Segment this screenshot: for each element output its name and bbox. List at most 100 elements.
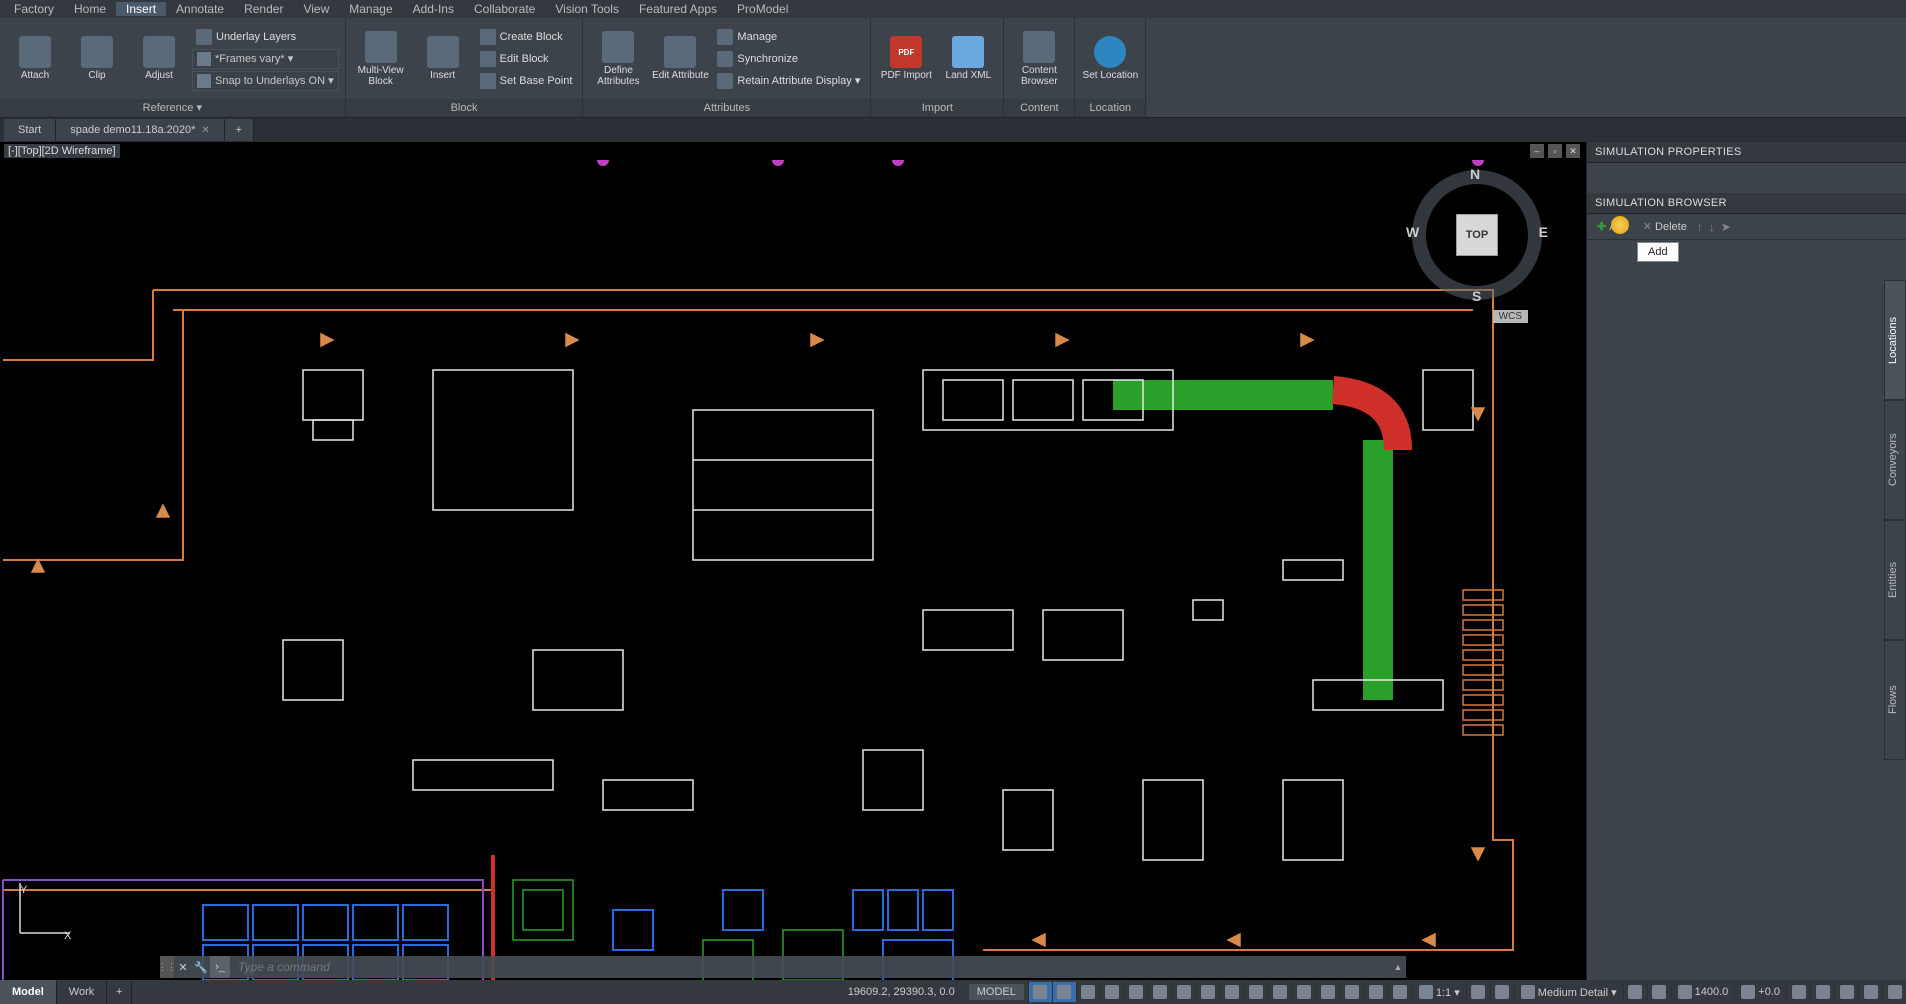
multiview-block-button[interactable]: Multi-View Block	[352, 23, 410, 95]
replace-z-toggle[interactable]	[1786, 982, 1810, 1002]
menu-annotate[interactable]: Annotate	[166, 2, 234, 16]
move-up-button[interactable]: ↑	[1697, 220, 1703, 234]
clean-screen-toggle[interactable]	[1858, 982, 1882, 1002]
viewport-close-button[interactable]: ✕	[1566, 144, 1580, 158]
cmdline-history-button[interactable]: ▲	[1390, 962, 1406, 972]
selection-cycling-toggle[interactable]	[1244, 982, 1268, 1002]
filetab-close-icon[interactable]: ✕	[201, 125, 209, 136]
set-location-button[interactable]: Set Location	[1081, 23, 1139, 95]
insert-block-button[interactable]: Insert	[414, 23, 472, 95]
annotation-monitor[interactable]	[1490, 982, 1514, 1002]
annoscale-toggle[interactable]	[1172, 982, 1196, 1002]
viewcube-north[interactable]: N	[1470, 166, 1480, 182]
viewport[interactable]: [-][Top][2D Wireframe] – ▫ ✕	[0, 142, 1586, 980]
menu-addins[interactable]: Add-Ins	[403, 2, 464, 16]
filetab-start[interactable]: Start	[4, 119, 56, 141]
clip-button[interactable]: Clip	[68, 23, 126, 95]
simulation-browser-title[interactable]: SIMULATION BROWSER	[1587, 193, 1906, 214]
viewport-minimize-button[interactable]: –	[1530, 144, 1544, 158]
drawing-canvas[interactable]	[0, 160, 1586, 980]
menu-manage[interactable]: Manage	[339, 2, 402, 16]
cut-plane-height[interactable]: 1400.0	[1671, 985, 1735, 999]
mvblock-label: Multi-View Block	[352, 65, 410, 87]
menu-insert[interactable]: Insert	[116, 2, 166, 16]
command-input[interactable]	[230, 960, 1390, 974]
delete-button[interactable]: ✕Delete	[1639, 218, 1691, 235]
space-mode[interactable]: MODEL	[969, 984, 1024, 1000]
cmdline-customize-icon[interactable]: 🔧	[192, 956, 210, 978]
workspace-switch[interactable]	[1466, 982, 1490, 1002]
menu-promodel[interactable]: ProModel	[727, 2, 798, 16]
move-down-button[interactable]: ↓	[1709, 220, 1715, 234]
snap-underlays-dropdown[interactable]: Snap to Underlays ON ▾	[192, 71, 339, 91]
menu-factory[interactable]: Factory	[4, 2, 64, 16]
edit-attribute-button[interactable]: Edit Attribute	[651, 23, 709, 95]
3dosnap-toggle[interactable]	[1268, 982, 1292, 1002]
define-attributes-button[interactable]: Define Attributes	[589, 23, 647, 95]
vtab-conveyors[interactable]: Conveyors	[1884, 400, 1906, 520]
polar-toggle[interactable]	[1100, 982, 1124, 1002]
go-button[interactable]: ➤	[1721, 220, 1731, 234]
viewcube-south[interactable]: S	[1472, 288, 1481, 304]
annotation-scale[interactable]: 1:1 ▾	[1412, 985, 1466, 999]
viewport-maximize-button[interactable]: ▫	[1548, 144, 1562, 158]
elevation-toggle[interactable]	[1647, 982, 1671, 1002]
viewcube-west[interactable]: W	[1406, 224, 1419, 240]
wcs-badge[interactable]: WCS	[1493, 310, 1528, 323]
ortho-toggle[interactable]	[1076, 982, 1100, 1002]
annotation-visibility-toggle[interactable]	[1364, 982, 1388, 1002]
menu-visiontools[interactable]: Vision Tools	[545, 2, 629, 16]
lwt-toggle[interactable]	[1196, 982, 1220, 1002]
layout-tab-new[interactable]: +	[107, 980, 132, 1004]
synchronize-button[interactable]: Synchronize	[713, 49, 864, 69]
create-block-button[interactable]: Create Block	[476, 27, 577, 47]
retain-attribute-display-button[interactable]: Retain Attribute Display ▾	[713, 71, 864, 91]
manage-attributes-button[interactable]: Manage	[713, 27, 864, 47]
osnap-toggle[interactable]	[1148, 982, 1172, 1002]
layout-tab-model[interactable]: Model	[0, 980, 57, 1004]
autoscale-toggle[interactable]	[1388, 982, 1412, 1002]
customize-statusbar[interactable]	[1882, 982, 1906, 1002]
set-basepoint-button[interactable]: Set Base Point	[476, 71, 577, 91]
selection-filter-toggle[interactable]	[1316, 982, 1340, 1002]
menu-view[interactable]: View	[293, 2, 339, 16]
viewcube-face[interactable]: TOP	[1456, 214, 1498, 256]
hardware-accel-toggle[interactable]	[1810, 982, 1834, 1002]
menu-render[interactable]: Render	[234, 2, 293, 16]
simulation-properties-title[interactable]: SIMULATION PROPERTIES	[1587, 142, 1906, 163]
transparency-toggle[interactable]	[1220, 982, 1244, 1002]
viewcube[interactable]: TOP N S E W	[1412, 170, 1542, 300]
gizmo-toggle[interactable]	[1340, 982, 1364, 1002]
attach-button[interactable]: Attach	[6, 23, 64, 95]
land-xml-button[interactable]: Land XML	[939, 23, 997, 95]
isoplane-toggle[interactable]	[1124, 982, 1148, 1002]
detail-level[interactable]: Medium Detail ▾	[1514, 985, 1623, 999]
filetab-document[interactable]: spade demo11.18a.2020*✕	[56, 119, 225, 141]
menu-featuredapps[interactable]: Featured Apps	[629, 2, 727, 16]
elevation-value[interactable]: +0.0	[1734, 985, 1786, 999]
viewcube-east[interactable]: E	[1539, 224, 1548, 240]
cmdline-handle[interactable]: ⋮⋮	[160, 956, 174, 978]
units-toggle[interactable]	[1623, 982, 1647, 1002]
isolate-objects-toggle[interactable]	[1834, 982, 1858, 1002]
adjust-button[interactable]: Adjust	[130, 23, 188, 95]
cmdline-close-button[interactable]: ✕	[174, 956, 192, 978]
panel-title-reference[interactable]: Reference ▾	[0, 99, 345, 117]
filetab-new[interactable]: +	[225, 119, 254, 141]
viewport-label[interactable]: [-][Top][2D Wireframe]	[4, 144, 120, 158]
underlay-layers-button[interactable]: Underlay Layers	[192, 27, 339, 47]
coordinates-readout[interactable]: 19609.2, 29390.3, 0.0	[838, 986, 965, 998]
vtab-flows[interactable]: Flows	[1884, 640, 1906, 760]
pdf-import-button[interactable]: PDFPDF Import	[877, 23, 935, 95]
vtab-entities[interactable]: Entities	[1884, 520, 1906, 640]
frames-dropdown[interactable]: *Frames vary* ▾	[192, 49, 339, 69]
vtab-locations[interactable]: Locations	[1884, 280, 1906, 400]
layout-tab-work[interactable]: Work	[57, 980, 107, 1004]
edit-block-button[interactable]: Edit Block	[476, 49, 577, 69]
snapmode-toggle[interactable]	[1052, 982, 1076, 1002]
content-browser-button[interactable]: Content Browser	[1010, 23, 1068, 95]
menu-collaborate[interactable]: Collaborate	[464, 2, 545, 16]
menu-home[interactable]: Home	[64, 2, 116, 16]
grid-toggle[interactable]	[1028, 982, 1052, 1002]
dynucs-toggle[interactable]	[1292, 982, 1316, 1002]
